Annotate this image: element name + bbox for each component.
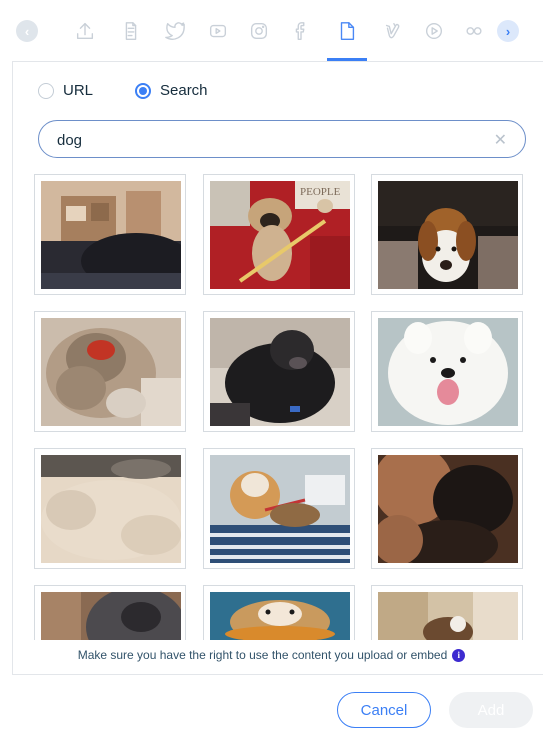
scroll-left-button[interactable]: ‹	[16, 20, 38, 42]
search-input[interactable]	[57, 129, 477, 151]
dog-image	[41, 181, 181, 289]
result-thumbnail[interactable]	[203, 448, 355, 569]
dog-image	[378, 181, 518, 289]
dog-image	[378, 592, 518, 640]
rights-notice-text: Make sure you have the right to use the …	[77, 648, 448, 662]
twitter-icon[interactable]	[161, 17, 189, 45]
dog-image	[210, 455, 350, 563]
dog-image	[41, 455, 181, 563]
result-thumbnail[interactable]	[34, 585, 186, 640]
play-icon[interactable]	[420, 17, 448, 45]
dog-image	[41, 318, 181, 426]
result-thumbnail[interactable]	[371, 311, 523, 432]
dog-image	[378, 455, 518, 563]
result-thumbnail[interactable]	[203, 585, 355, 640]
add-button[interactable]: Add	[449, 692, 533, 728]
upload-icon[interactable]	[71, 17, 99, 45]
document-icon[interactable]	[333, 17, 361, 45]
dog-image: PEOPLE	[210, 181, 350, 289]
result-thumbnail[interactable]	[34, 174, 186, 295]
cancel-button[interactable]: Cancel	[337, 692, 431, 728]
dog-image	[378, 318, 518, 426]
youtube-icon[interactable]	[204, 17, 232, 45]
radio-search-label: Search	[160, 82, 208, 99]
results-grid: PEOPLE	[34, 174, 526, 640]
svg-text:PEOPLE: PEOPLE	[300, 186, 341, 198]
facebook-icon[interactable]	[287, 17, 315, 45]
rights-notice: Make sure you have the right to use the …	[0, 648, 543, 662]
result-thumbnail[interactable]	[371, 448, 523, 569]
instagram-icon[interactable]	[245, 17, 273, 45]
flickr-icon[interactable]	[460, 17, 488, 45]
dog-image	[210, 318, 350, 426]
clear-search-icon[interactable]: ✕	[494, 130, 507, 150]
result-thumbnail[interactable]: PEOPLE	[203, 174, 355, 295]
result-thumbnail[interactable]	[34, 448, 186, 569]
radio-url[interactable]: URL	[38, 82, 93, 99]
info-icon[interactable]: i	[452, 648, 466, 662]
result-thumbnail[interactable]	[371, 174, 523, 295]
radio-url-indicator[interactable]	[38, 82, 54, 99]
result-thumbnail[interactable]	[203, 311, 355, 432]
giphy-icon[interactable]	[117, 17, 145, 45]
active-tab-indicator	[327, 58, 367, 61]
result-thumbnail[interactable]	[34, 311, 186, 432]
radio-search-indicator[interactable]	[135, 82, 151, 99]
result-thumbnail[interactable]	[371, 585, 523, 640]
search-box: ✕	[38, 120, 526, 158]
radio-url-label: URL	[63, 82, 94, 99]
vimeo-icon[interactable]	[379, 17, 407, 45]
dog-image	[210, 592, 350, 640]
scroll-right-button[interactable]: ›	[497, 20, 519, 42]
dog-image	[41, 592, 181, 640]
radio-search[interactable]: Search	[135, 82, 208, 99]
